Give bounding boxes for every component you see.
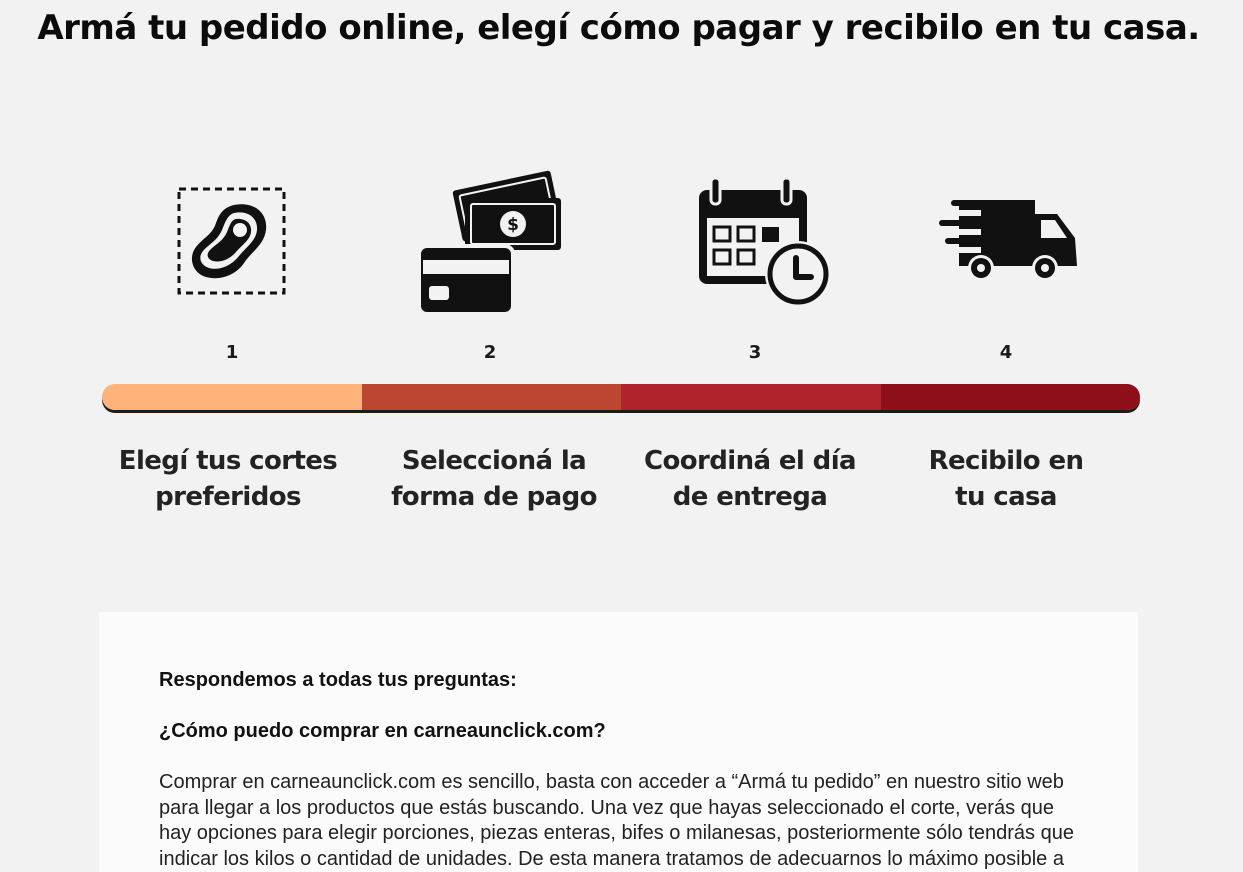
step-number-2: 2 bbox=[483, 342, 497, 363]
calendar-clock-icon bbox=[697, 176, 833, 310]
steps-progress-bar bbox=[102, 384, 1140, 410]
step-number-1: 1 bbox=[225, 342, 239, 363]
delivery-truck-icon bbox=[937, 196, 1081, 288]
step-number-3: 3 bbox=[748, 342, 762, 363]
step-label-4: Recibilo en tu casa bbox=[928, 446, 1084, 512]
progress-segment-1 bbox=[102, 384, 362, 410]
faq-section: Respondemos a todas tus preguntas: ¿Cómo… bbox=[99, 612, 1138, 872]
faq-answer: Comprar en carneaunclick.com es sencillo… bbox=[159, 771, 1074, 870]
progress-segment-3 bbox=[621, 384, 881, 410]
payment-icon: $ bbox=[417, 168, 565, 316]
svg-text:$: $ bbox=[507, 215, 519, 235]
progress-segment-2 bbox=[361, 384, 621, 410]
steak-icon bbox=[176, 185, 288, 297]
progress-segment-4 bbox=[880, 384, 1140, 410]
step-number-4: 4 bbox=[999, 342, 1013, 363]
faq-question: ¿Cómo puedo comprar en carneaunclick.com… bbox=[159, 720, 606, 742]
page-title: Armá tu pedido online, elegí cómo pagar … bbox=[37, 8, 1200, 48]
step-label-2: Seleccioná la forma de pago bbox=[391, 446, 597, 512]
faq-heading: Respondemos a todas tus preguntas: bbox=[159, 669, 517, 691]
step-label-1: Elegí tus cortes preferidos bbox=[118, 446, 338, 512]
step-label-3: Coordiná el día de entrega bbox=[644, 446, 857, 512]
